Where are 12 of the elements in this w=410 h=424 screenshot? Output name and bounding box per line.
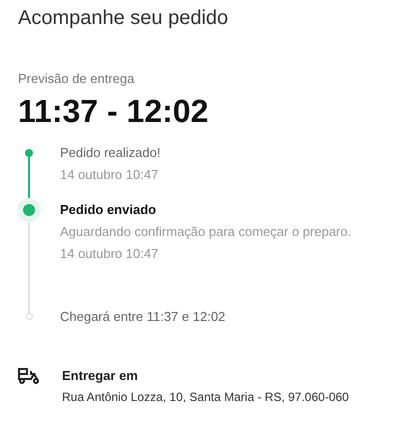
step-detail: 14 outubro 10:47 xyxy=(60,245,160,263)
delivery-address: Rua Antônio Lozza, 10, Santa Maria - RS, 97.060-060 xyxy=(62,389,349,406)
page-title: Acompanhe seu pedido xyxy=(18,6,230,31)
step-title: Pedido enviado xyxy=(60,201,158,219)
step-detail: 14 outubro 10:47 xyxy=(60,166,160,184)
step-detail: Aguardando confirmação para começar o preparo. xyxy=(60,223,352,241)
delivery-scooter-icon xyxy=(18,368,40,384)
delivery-label: Entregar em xyxy=(62,367,139,385)
step-title: Pedido realizado! xyxy=(60,144,160,162)
step-title: Chegará entre 11:37 e 12:02 xyxy=(60,308,226,326)
forecast-label: Previsão de entrega xyxy=(18,70,136,88)
delivery-time: 11:37 - 12:02 xyxy=(18,93,210,129)
